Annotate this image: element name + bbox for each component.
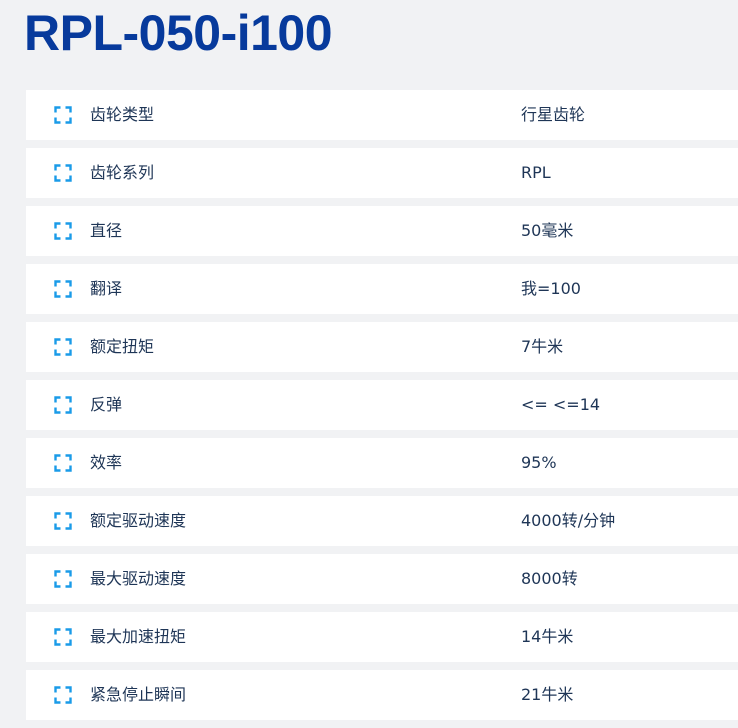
spec-row: 最大加速扭矩 14牛米	[26, 612, 738, 662]
spec-row: 翻译 我=100	[26, 264, 738, 314]
expand-corners-icon[interactable]	[54, 628, 72, 646]
expand-corners-icon[interactable]	[54, 280, 72, 298]
expand-corners-icon[interactable]	[54, 222, 72, 240]
spec-label: 紧急停止瞬间	[90, 685, 187, 704]
expand-corners-icon[interactable]	[54, 338, 72, 356]
expand-corners-icon[interactable]	[54, 686, 72, 704]
spec-row: 直径 50毫米	[26, 206, 738, 256]
spec-value: 4000转/分钟	[521, 511, 616, 530]
spec-label: 效率	[90, 453, 123, 472]
spec-value: <= <=14	[521, 395, 601, 414]
spec-value: 我=100	[521, 279, 581, 298]
spec-label: 齿轮类型	[90, 105, 155, 124]
spec-label: 最大加速扭矩	[90, 627, 187, 646]
spec-label: 最大驱动速度	[90, 569, 187, 588]
expand-corners-icon[interactable]	[54, 106, 72, 124]
spec-label: 直径	[90, 221, 123, 240]
spec-value: 行星齿轮	[521, 105, 586, 124]
expand-corners-icon[interactable]	[54, 570, 72, 588]
spec-label: 翻译	[90, 279, 123, 298]
spec-row: 紧急停止瞬间 21牛米	[26, 670, 738, 720]
spec-value: 21牛米	[521, 685, 574, 704]
spec-row: 效率 95%	[26, 438, 738, 488]
spec-value: RPL	[521, 163, 551, 182]
spec-row: 最大驱动速度 8000转	[26, 554, 738, 604]
spec-label: 额定扭矩	[90, 337, 155, 356]
spec-list: 齿轮类型 行星齿轮 齿轮系列 RPL 直径 50毫米 翻译 我=100 额定扭矩…	[26, 90, 738, 728]
spec-label: 反弹	[90, 395, 123, 414]
spec-label: 齿轮系列	[90, 163, 155, 182]
spec-value: 95%	[521, 453, 557, 472]
spec-row: 额定扭矩 7牛米	[26, 322, 738, 372]
expand-corners-icon[interactable]	[54, 512, 72, 530]
spec-row: 齿轮系列 RPL	[26, 148, 738, 198]
spec-row: 反弹 <= <=14	[26, 380, 738, 430]
spec-value: 7牛米	[521, 337, 564, 356]
spec-row: 额定驱动速度 4000转/分钟	[26, 496, 738, 546]
spec-value: 8000转	[521, 569, 578, 588]
expand-corners-icon[interactable]	[54, 396, 72, 414]
expand-corners-icon[interactable]	[54, 454, 72, 472]
spec-value: 14牛米	[521, 627, 574, 646]
spec-label: 额定驱动速度	[90, 511, 187, 530]
spec-row: 齿轮类型 行星齿轮	[26, 90, 738, 140]
spec-value: 50毫米	[521, 221, 574, 240]
expand-corners-icon[interactable]	[54, 164, 72, 182]
page-title: RPL-050-i100	[24, 5, 333, 61]
